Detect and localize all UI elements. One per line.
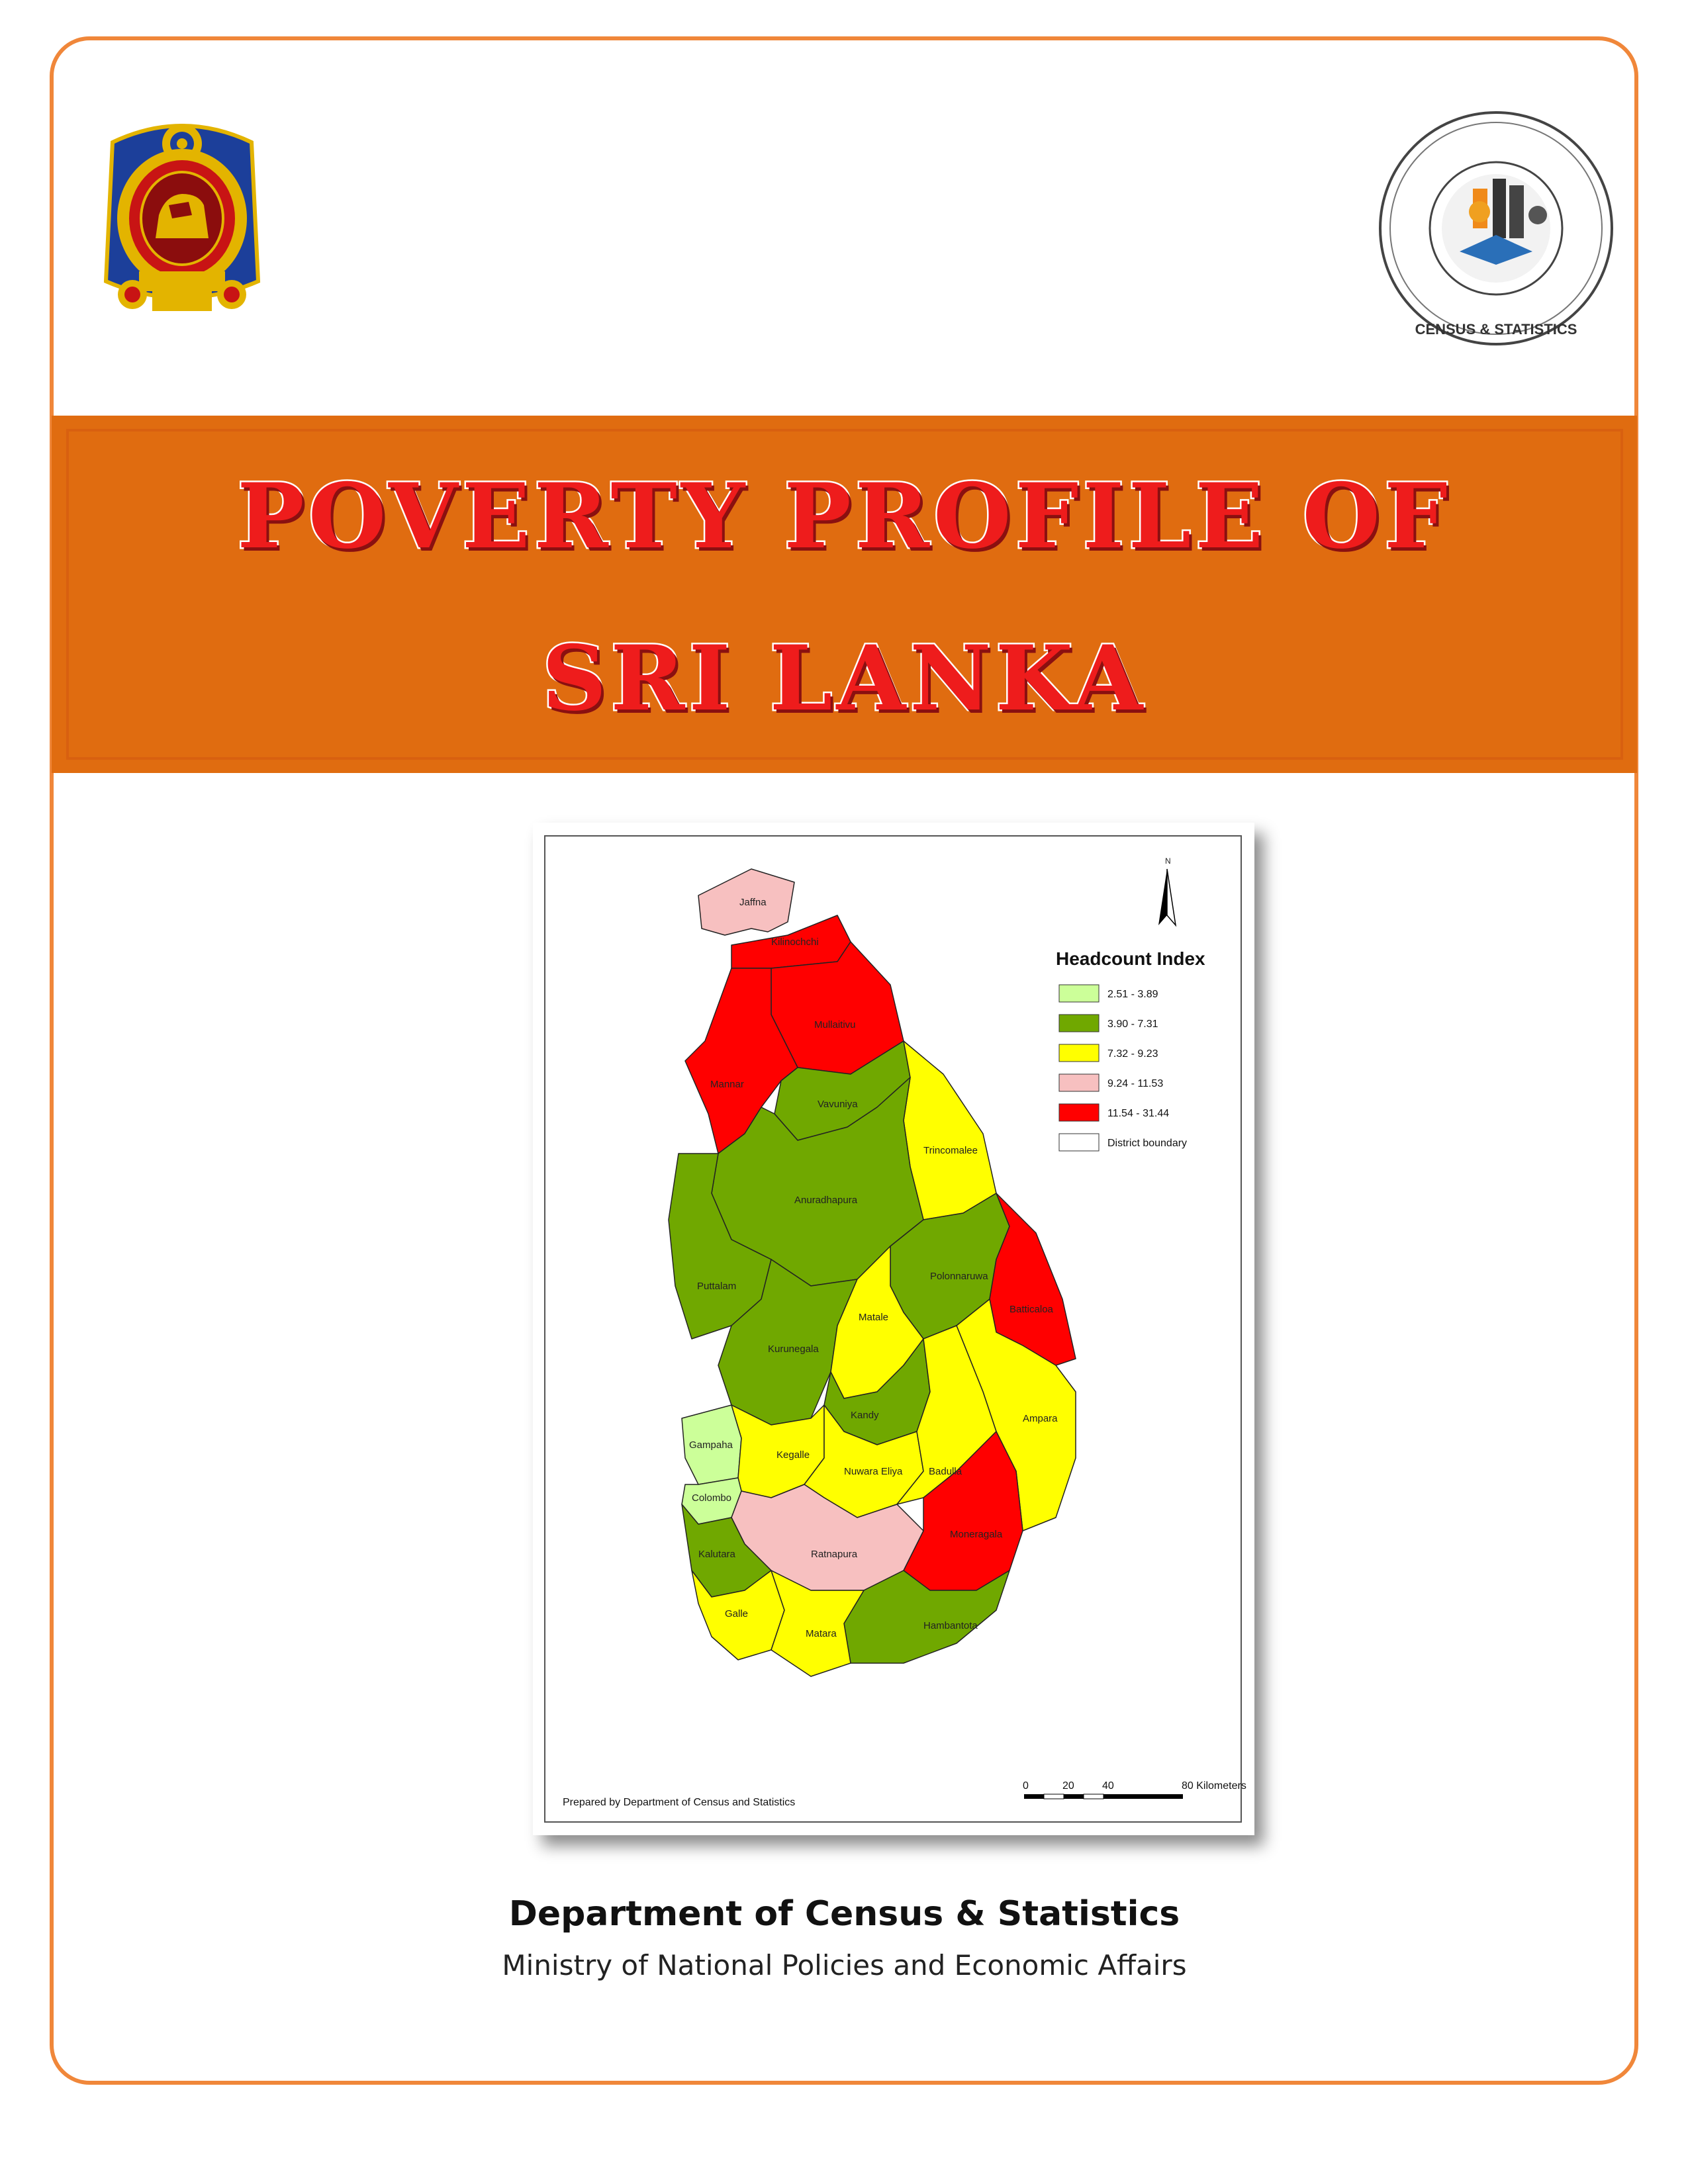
map-credit: Prepared by Department of Census and Sta… — [563, 1797, 795, 1808]
label-kurunegala: Kurunegala — [768, 1343, 819, 1355]
ministry-name: Ministry of National Policies and Econom… — [502, 1949, 1187, 1981]
census-statistics-seal-logo: CENSUS & STATISTICS — [1374, 106, 1618, 351]
label-anuradhapura: Anuradhapura — [794, 1195, 858, 1206]
scale-label-40: 40 — [1102, 1780, 1114, 1792]
organization-name: Department of Census & Statistics — [508, 1894, 1180, 1934]
label-vavuniya: Vavuniya — [818, 1099, 858, 1110]
legend-label-3: 7.32 - 9.23 — [1107, 1048, 1158, 1060]
scale-label-0: 0 — [1023, 1780, 1029, 1792]
label-badulla: Badulla — [929, 1466, 962, 1477]
label-trincomalee: Trincomalee — [923, 1145, 978, 1156]
label-ampara: Ampara — [1023, 1413, 1058, 1424]
north-label: N — [1165, 856, 1171, 866]
legend-title: Headcount Index — [1056, 948, 1205, 969]
label-puttalam: Puttalam — [697, 1281, 736, 1292]
label-batticaloa: Batticaloa — [1009, 1304, 1054, 1315]
label-nuwara-eliya: Nuwara Eliya — [844, 1466, 903, 1477]
legend-swatch-1 — [1058, 984, 1100, 1003]
label-ratnapura: Ratnapura — [811, 1549, 858, 1560]
legend-label-4: 9.24 - 11.53 — [1107, 1078, 1163, 1089]
legend-swatch-5 — [1058, 1103, 1100, 1122]
title-line-2: SRI LANKA — [540, 624, 1147, 733]
scale-label-20: 20 — [1062, 1780, 1074, 1792]
scale-label-80: 80 Kilometers — [1182, 1780, 1246, 1792]
label-colombo: Colombo — [692, 1492, 731, 1504]
label-kalutara: Kalutara — [698, 1549, 736, 1560]
legend-label-5: 11.54 - 31.44 — [1107, 1108, 1169, 1119]
legend-label-2: 3.90 - 7.31 — [1107, 1019, 1158, 1030]
label-hambantota: Hambantota — [923, 1620, 978, 1631]
label-kilinochchi: Kilinochchi — [771, 936, 819, 948]
title-line-1: POVERTY PROFILE OF — [236, 462, 1452, 570]
label-moneragala: Moneragala — [950, 1529, 1003, 1540]
national-emblem-logo — [93, 116, 271, 334]
seal-text: CENSUS & STATISTICS — [1415, 321, 1577, 338]
legend-swatch-6 — [1058, 1133, 1100, 1152]
label-matale: Matale — [859, 1312, 888, 1323]
label-matara: Matara — [806, 1628, 837, 1639]
legend-swatch-4 — [1058, 1073, 1100, 1092]
label-kandy: Kandy — [851, 1410, 879, 1421]
legend-label-6: District boundary — [1107, 1138, 1187, 1149]
label-mannar: Mannar — [710, 1079, 744, 1090]
label-kegalle: Kegalle — [776, 1449, 810, 1461]
label-galle: Galle — [725, 1608, 748, 1619]
label-polonnaruwa: Polonnaruwa — [930, 1271, 988, 1282]
legend-label-1: 2.51 - 3.89 — [1107, 989, 1158, 1000]
label-jaffna: Jaffna — [739, 897, 767, 908]
legend-swatch-2 — [1058, 1014, 1100, 1032]
headcount-index-map: Jaffna Kilinochchi Mullaitivu Mannar Vav… — [544, 835, 1246, 1823]
poverty-map-figure: Jaffna Kilinochchi Mullaitivu Mannar Vav… — [533, 823, 1254, 1835]
label-mullaitivu: Mullaitivu — [814, 1019, 856, 1030]
legend-swatch-3 — [1058, 1044, 1100, 1062]
label-gampaha: Gampaha — [689, 1439, 733, 1451]
